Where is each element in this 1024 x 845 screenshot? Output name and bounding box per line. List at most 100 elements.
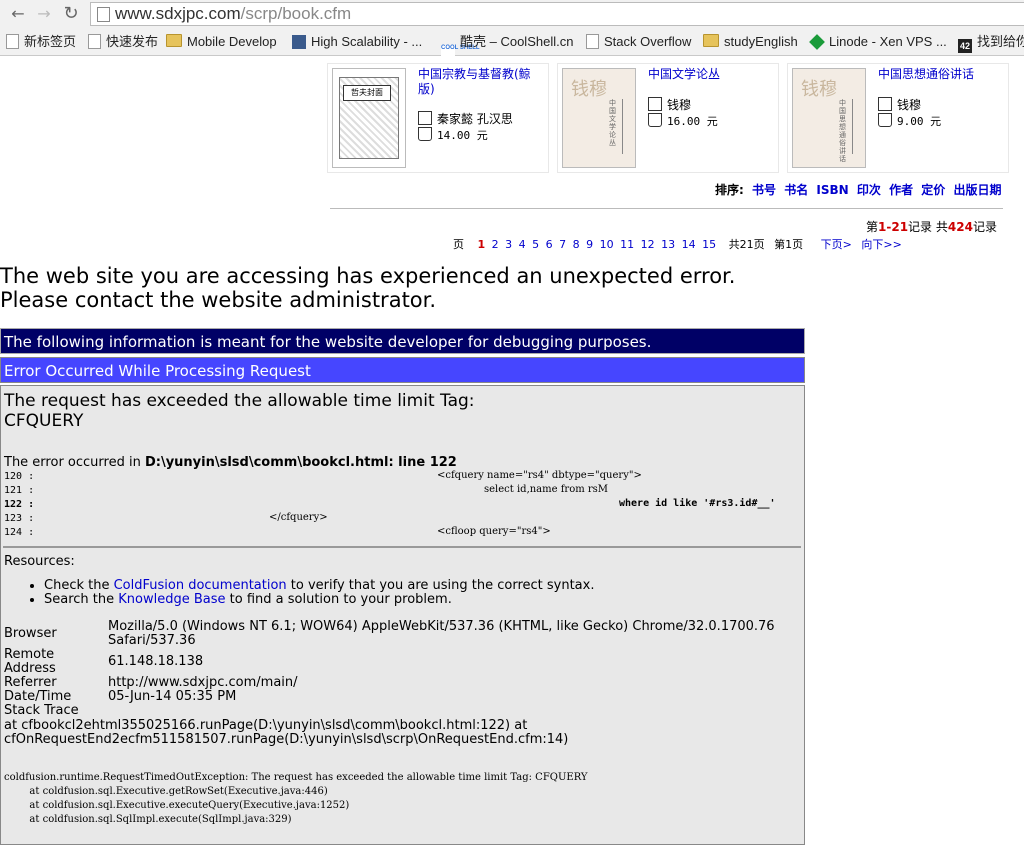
- resources-list: Check the ColdFusion documentation to ve…: [44, 579, 594, 607]
- bookmark-label: Stack Overflow: [604, 34, 692, 49]
- linode-icon: [809, 34, 825, 50]
- book-cover[interactable]: 哲夫封面: [332, 68, 406, 168]
- author-icon: [648, 97, 662, 111]
- code-line-number: 122 :: [4, 499, 35, 510]
- url-path: /scrp/book.cfm: [240, 4, 352, 23]
- book-cover[interactable]: 钱穆 中国思想通俗讲话: [792, 68, 866, 168]
- cover-line: [852, 99, 853, 154]
- price-text: 14.00 元: [437, 129, 488, 142]
- book-author: 秦家懿 孔汉思: [418, 110, 513, 127]
- book-author: 钱穆: [878, 96, 921, 113]
- page-link[interactable]: 10: [600, 238, 614, 251]
- sort-by-author[interactable]: 作者: [889, 183, 913, 197]
- sort-by-isbn[interactable]: ISBN: [816, 183, 848, 197]
- sort-by-title[interactable]: 书名: [784, 183, 808, 197]
- author-icon: [418, 111, 432, 125]
- knowledge-base-link[interactable]: Knowledge Base: [118, 592, 225, 607]
- sort-by-date[interactable]: 出版日期: [954, 183, 1002, 197]
- resource-text: to find a solution to your problem.: [225, 592, 452, 607]
- page-link[interactable]: 7: [559, 238, 566, 251]
- sort-bar: 排序: 书号 书名 ISBN 印次 作者 定价 出版日期: [715, 181, 1002, 198]
- cart-icon[interactable]: [418, 127, 432, 141]
- book-cover[interactable]: 钱穆 中国文学论丛: [562, 68, 636, 168]
- coldfusion-docs-link[interactable]: ColdFusion documentation: [114, 578, 287, 593]
- page-icon: [88, 34, 101, 49]
- divider: [330, 208, 1003, 209]
- forward-arrow-icon[interactable]: →: [34, 4, 54, 24]
- sort-by-number[interactable]: 书号: [752, 183, 776, 197]
- page-link[interactable]: 14: [682, 238, 696, 251]
- next-page-link[interactable]: 下页>: [821, 238, 852, 251]
- bookmark-mobile-develop[interactable]: Mobile Develop: [166, 33, 277, 51]
- datetime-label: Date/Time: [4, 689, 72, 704]
- page-link[interactable]: 8: [573, 238, 580, 251]
- next-group-link[interactable]: 向下>>: [861, 238, 901, 251]
- cart-icon[interactable]: [648, 113, 662, 127]
- bookmark-42[interactable]: 42 找到给你: [958, 33, 1024, 53]
- bookmarks-bar: 新标签页 快速发布 Mobile Develop High Scalabilit…: [0, 28, 1024, 59]
- record-count: 第1-21记录 共424记录: [866, 218, 997, 235]
- bookmark-study-english[interactable]: studyEnglish: [703, 33, 798, 51]
- page-icon: [97, 7, 110, 22]
- page-link[interactable]: 4: [519, 238, 526, 251]
- address-bar[interactable]: www.sdxjpc.com/scrp/book.cfm: [90, 2, 1024, 26]
- code-line-highlight: where id like '#rs3.id#__': [619, 498, 776, 509]
- coolshell-icon: COOL SHELL: [441, 45, 480, 59]
- resource-text: to verify that you are using the correct…: [286, 578, 595, 593]
- page-link[interactable]: 11: [620, 238, 634, 251]
- author-text: 秦家懿 孔汉思: [437, 112, 513, 126]
- error-heading-line: The web site you are accessing has exper…: [0, 264, 736, 288]
- high-scalability-icon: [292, 35, 306, 49]
- sort-label: 排序:: [715, 183, 744, 197]
- price-text: 9.00 元: [897, 115, 942, 128]
- bookmark-coolshell[interactable]: COOL SHELL酷壳 – CoolShell.cn: [441, 33, 573, 59]
- java-exception-line: at coldfusion.sql.Executive.getRowSet(Ex…: [4, 786, 328, 797]
- book-title-link[interactable]: 中国思想通俗讲话: [878, 67, 1003, 82]
- page-link[interactable]: 12: [641, 238, 655, 251]
- bookmark-stack-overflow[interactable]: Stack Overflow: [586, 33, 691, 51]
- folder-icon: [703, 34, 719, 47]
- code-line: </cfquery>: [269, 512, 328, 523]
- bookmark-label: Linode - Xen VPS ...: [829, 34, 947, 49]
- error-message-line: The request has exceeded the allowable t…: [4, 391, 475, 411]
- page-link[interactable]: 6: [546, 238, 553, 251]
- cart-icon[interactable]: [878, 113, 892, 127]
- book-price: 16.00 元: [648, 113, 718, 129]
- code-line-number: 120 :: [4, 471, 35, 482]
- price-text: 16.00 元: [667, 115, 718, 128]
- browser-value: Mozilla/5.0 (Windows NT 6.1; WOW64) Appl…: [108, 619, 775, 648]
- book-title-link[interactable]: 中国宗教与基督教(鲸版): [418, 67, 543, 97]
- reload-icon[interactable]: ↻: [61, 4, 81, 24]
- records-range: 1-21: [878, 220, 909, 234]
- page-link[interactable]: 2: [492, 238, 499, 251]
- folder-icon: [166, 34, 182, 47]
- page-link[interactable]: 15: [702, 238, 716, 251]
- records-suffix: 记录: [972, 220, 997, 234]
- java-exception-line: at coldfusion.sql.SqlImpl.execute(SqlImp…: [4, 814, 292, 825]
- page-link[interactable]: 13: [661, 238, 675, 251]
- bookmark-high-scalability[interactable]: High Scalability - ...: [292, 33, 422, 51]
- page-link[interactable]: 5: [532, 238, 539, 251]
- developer-notice-bar: The following information is meant for t…: [0, 328, 805, 354]
- bookmark-new-tab[interactable]: 新标签页: [6, 33, 76, 51]
- bookmark-label: studyEnglish: [724, 34, 798, 49]
- bookmark-label: High Scalability - ...: [311, 34, 423, 49]
- bookmark-quick-publish[interactable]: 快速发布: [88, 33, 158, 51]
- book-card: 钱穆 中国文学论丛 中国文学论丛 钱穆 16.00 元: [557, 63, 779, 173]
- code-line: select id,name from rsM: [484, 484, 609, 495]
- cover-calligraphy: 钱穆: [571, 79, 607, 100]
- sort-by-price[interactable]: 定价: [921, 183, 945, 197]
- java-exception-line: at coldfusion.sql.Executive.executeQuery…: [4, 800, 350, 811]
- bookmark-label: 新标签页: [24, 34, 77, 49]
- cover-tag: 中国文学论丛: [609, 99, 616, 147]
- back-arrow-icon[interactable]: ←: [8, 4, 28, 24]
- book-title-link[interactable]: 中国文学论丛: [648, 67, 773, 82]
- bookmark-linode[interactable]: Linode - Xen VPS ...: [809, 33, 947, 51]
- url-host: www.sdxjpc.com: [115, 4, 241, 23]
- error-message: The request has exceeded the allowable t…: [4, 391, 475, 431]
- page-link[interactable]: 3: [505, 238, 512, 251]
- book-card: 哲夫封面 中国宗教与基督教(鲸版) 秦家懿 孔汉思 14.00 元: [327, 63, 549, 173]
- resource-text: Check the: [44, 578, 114, 593]
- page-link[interactable]: 9: [586, 238, 593, 251]
- sort-by-printing[interactable]: 印次: [857, 183, 881, 197]
